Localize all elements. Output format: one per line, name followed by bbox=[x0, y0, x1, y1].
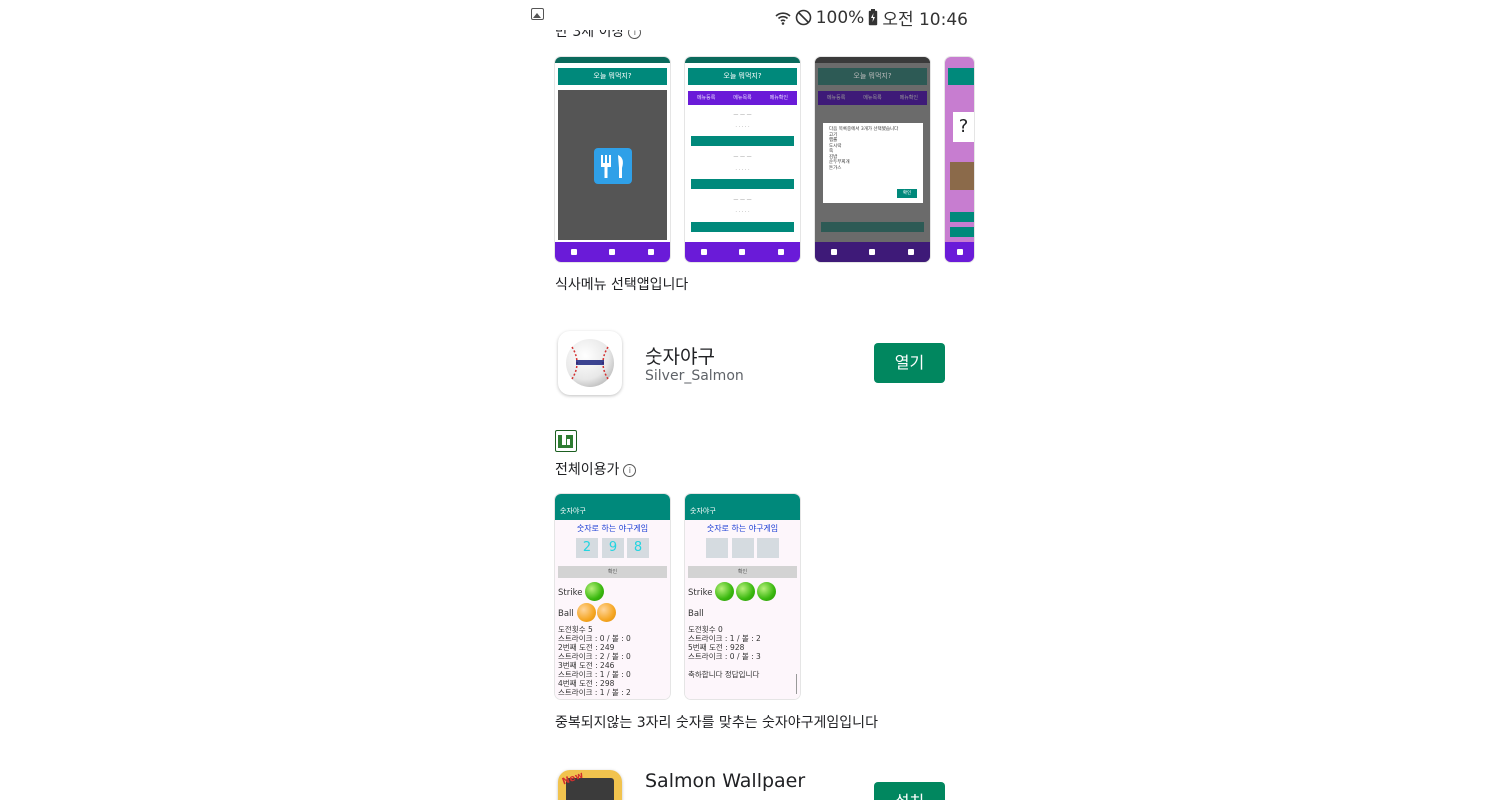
strike-ball bbox=[757, 582, 776, 601]
gallery-notification-icon bbox=[531, 8, 544, 20]
app-title[interactable]: Salmon Wallpaer bbox=[645, 770, 805, 792]
digit-box bbox=[706, 538, 728, 558]
food-photo bbox=[950, 162, 974, 190]
log-line: 스트라이크 : 0 / 볼 : 3 bbox=[688, 652, 761, 661]
screenshot-menu-1[interactable]: 오늘 뭐먹지? bbox=[555, 57, 670, 262]
screenshot-baseball-2[interactable]: 숫자야구 숫자로 하는 야구게임 확인 Strike Ball 도전횟수 0 스… bbox=[685, 494, 800, 699]
screenshot-menu-2[interactable]: 오늘 뭐먹지? 메뉴등록 메뉴목록 메뉴확인 — — — · · · · · — —… bbox=[685, 57, 800, 262]
install-button[interactable]: 설치 bbox=[874, 782, 945, 800]
confirm-button: 확인 bbox=[688, 566, 797, 578]
app-title[interactable]: 숫자야구 bbox=[645, 342, 715, 369]
wallpaper-app-icon[interactable]: New bbox=[558, 770, 622, 800]
fork-knife-icon bbox=[594, 148, 632, 184]
battery-percent: 100% bbox=[815, 7, 865, 28]
bottom-nav bbox=[685, 242, 800, 262]
log-line: 축하합니다 정답입니다 bbox=[688, 670, 760, 679]
log-line: 5번째 도전 : 928 bbox=[688, 643, 745, 652]
log-line: 스트라이크 : 0 / 볼 : 0 bbox=[558, 634, 631, 643]
screen-header: 숫자야구 bbox=[555, 494, 670, 520]
strike-ball bbox=[736, 582, 755, 601]
digit-box bbox=[732, 538, 754, 558]
open-button[interactable]: 열기 bbox=[874, 343, 945, 383]
log-line: 4번째 도전 : 298 bbox=[558, 679, 615, 688]
all-ages-rating-icon bbox=[555, 430, 577, 452]
app-listing-wallpaper[interactable]: New Salmon Wallpaer 설치 bbox=[555, 770, 945, 800]
screen-header: 오늘 뭐먹지? bbox=[818, 68, 927, 85]
baseball-app-description: 중복되지않는 3자리 숫자를 맞추는 숫자야구게임입니다 bbox=[555, 715, 878, 731]
result-dialog: 다음 목록중에서 3개가 선택됐습니다 고기 햄롤 도시락 죽 김밥 순두부찌개… bbox=[823, 123, 923, 203]
play-store-page: 100% 오전 10:46 만 3세 이상i 오늘 뭐먹지? 오늘 뭐먹지? bbox=[520, 0, 980, 800]
baseball-app-icon[interactable] bbox=[558, 331, 622, 395]
digit-box bbox=[757, 538, 779, 558]
app-developer[interactable]: Silver_Salmon bbox=[645, 368, 744, 384]
content-rating-baseball: 전체이용가 i bbox=[555, 459, 637, 479]
ball-indicator bbox=[597, 603, 616, 622]
digit-box: 8 bbox=[627, 538, 649, 558]
log-line: 스트라이크 : 1 / 볼 : 2 bbox=[558, 688, 631, 697]
content-rating-label: 전체이용가 bbox=[555, 462, 620, 478]
app-listing-baseball[interactable]: 숫자야구 Silver_Salmon 열기 bbox=[555, 331, 945, 396]
wifi-icon bbox=[775, 10, 791, 26]
log-line: 도전횟수 5 bbox=[558, 625, 593, 634]
status-bar: 100% 오전 10:46 bbox=[520, 0, 980, 30]
screen-header: 오늘 뭐먹지? bbox=[558, 68, 667, 85]
screenshot-baseball-1[interactable]: 숫자야구 숫자로 하는 야구게임 2 9 8 확인 Strike Ball 도전… bbox=[555, 494, 670, 699]
screenshot-carousel-menu[interactable]: 오늘 뭐먹지? 오늘 뭐먹지? 메뉴등록 메뉴목록 메뉴확인 — — — · · ·… bbox=[555, 57, 974, 262]
bottom-nav bbox=[555, 242, 670, 262]
log-line: 도전횟수 0 bbox=[688, 625, 723, 634]
digit-box: 9 bbox=[602, 538, 624, 558]
screen-header: 숫자야구 bbox=[685, 494, 800, 520]
screen-header: 오늘 뭐먹지? bbox=[688, 68, 797, 85]
scrollbar bbox=[796, 674, 797, 694]
log-line: 스트라이크 : 1 / 볼 : 2 bbox=[688, 634, 761, 643]
battery-icon bbox=[868, 9, 878, 26]
digit-box: 2 bbox=[576, 538, 598, 558]
do-not-disturb-icon bbox=[795, 9, 812, 26]
log-line: 3번째 도전 : 246 bbox=[558, 661, 615, 670]
log-line: 2번째 도전 : 249 bbox=[558, 643, 615, 652]
info-icon[interactable]: i bbox=[623, 463, 637, 477]
strike-ball bbox=[585, 582, 604, 601]
screenshot-menu-4[interactable]: ? bbox=[945, 57, 974, 262]
ball-indicator bbox=[577, 603, 596, 622]
bottom-nav bbox=[815, 242, 930, 262]
screen-tabs: 메뉴등록 메뉴목록 메뉴확인 bbox=[688, 91, 797, 105]
clock: 오전 10:46 bbox=[882, 10, 968, 30]
log-line: 스트라이크 : 2 / 볼 : 0 bbox=[558, 652, 631, 661]
confirm-button: 확인 bbox=[558, 566, 667, 578]
screenshot-menu-3[interactable]: 오늘 뭐먹지? 메뉴등록 메뉴목록 메뉴확인 다음 목록중에서 3개가 선택됐습니다… bbox=[815, 57, 930, 262]
placeholder-panel bbox=[558, 90, 667, 240]
menu-app-description: 식사메뉴 선택앱입니다 bbox=[555, 277, 689, 293]
log-line: 스트라이크 : 1 / 볼 : 0 bbox=[558, 670, 631, 679]
strike-ball bbox=[715, 582, 734, 601]
screenshot-carousel-baseball[interactable]: 숫자야구 숫자로 하는 야구게임 2 9 8 확인 Strike Ball 도전… bbox=[555, 494, 800, 699]
